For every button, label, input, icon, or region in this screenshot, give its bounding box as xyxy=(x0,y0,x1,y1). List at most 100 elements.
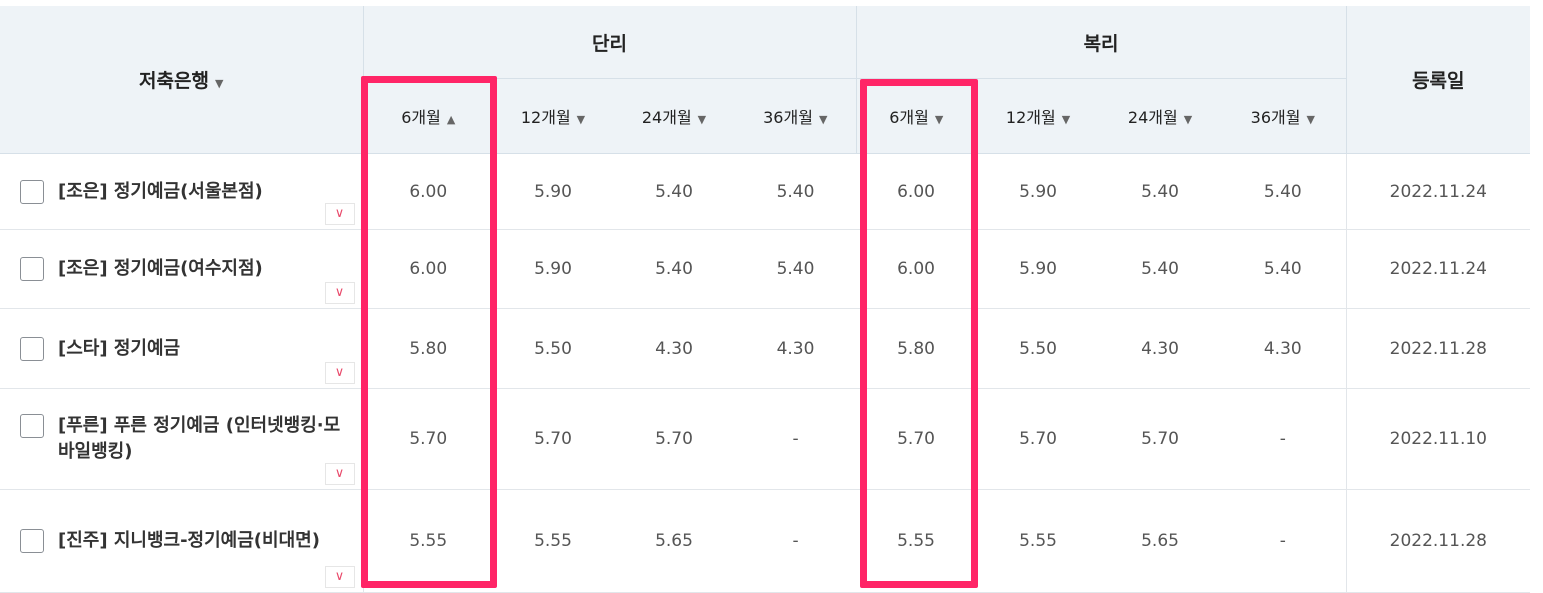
bank-cell: [진주] 지니뱅크-정기예금(비대면) ∨ xyxy=(0,489,364,593)
compound-rate-cell: 5.55 xyxy=(976,489,1101,593)
compound-6m-sort-header[interactable]: 6개월 ▼ xyxy=(855,78,977,154)
registration-date-header: 등록일 xyxy=(1345,6,1531,154)
simple-rate-cell: - xyxy=(735,388,857,490)
bank-column-label: 저축은행 xyxy=(139,70,209,92)
sort-down-icon: ▼ xyxy=(576,113,586,126)
compound-rate-cell: 5.70 xyxy=(1100,388,1221,490)
expand-details-chevron-down-icon[interactable]: ∨ xyxy=(324,463,355,485)
table-row: [조은] 정기예금(서울본점) ∨ 6.00 5.90 5.40 5.40 6.00 5.90… xyxy=(0,153,1531,230)
table-row: [진주] 지니뱅크-정기예금(비대면) ∨ 5.55 5.55 5.65-5.55 5.5… xyxy=(0,489,1531,593)
period-label: 36개월 xyxy=(1250,108,1301,127)
bank-cell: [조은] 정기예금(여수지점) ∨ xyxy=(0,229,364,309)
simple-rate-cell: 5.90 xyxy=(493,229,613,309)
expand-details-chevron-down-icon[interactable]: ∨ xyxy=(324,282,355,304)
compound-rate-cell: 5.40 xyxy=(1100,229,1221,309)
bank-product-name[interactable]: [진주] 지니뱅크-정기예금(비대면) xyxy=(58,528,320,554)
registration-date-cell: 2022.11.28 xyxy=(1345,489,1531,593)
compound-rate-cell: 5.40 xyxy=(1220,153,1347,230)
bank-wrap: [진주] 지니뱅크-정기예금(비대면) xyxy=(20,528,343,554)
savings-rate-table-container: 저축은행 ▼ 단리 복리 등록일 6개월 ▲ 12개월 ▼ 24개월 ▼ 36개월 ▼ 6… xyxy=(0,0,1543,593)
expand-details-chevron-down-icon[interactable]: ∨ xyxy=(324,566,355,588)
row-checkbox[interactable] xyxy=(20,257,44,281)
simple-6m-sort-header[interactable]: 6개월 ▲ xyxy=(363,78,493,154)
table-row: [조은] 정기예금(여수지점) ∨ 6.00 5.90 5.40 5.40 6.00 5.90… xyxy=(0,229,1531,309)
compound-rate-cell: 4.30 xyxy=(1100,308,1221,389)
sort-down-icon: ▼ xyxy=(214,77,224,90)
compound-rate-cell: 5.55 xyxy=(856,489,977,593)
compound-rate-cell: 5.40 xyxy=(1220,229,1347,309)
row-checkbox[interactable] xyxy=(20,336,44,361)
sort-down-icon: ▼ xyxy=(697,113,707,126)
sort-down-icon: ▼ xyxy=(1183,113,1193,126)
row-checkbox[interactable] xyxy=(20,179,44,204)
sort-down-icon: ▼ xyxy=(1061,113,1071,126)
compound-rate-cell: 6.00 xyxy=(856,229,977,309)
simple-rate-cell: 5.40 xyxy=(613,229,735,309)
simple-rate-cell: 5.70 xyxy=(363,388,493,490)
registration-date-cell: 2022.11.24 xyxy=(1345,229,1531,309)
bank-wrap: [조은] 정기예금(서울본점) xyxy=(20,179,343,205)
bank-product-name[interactable]: [스타] 정기예금 xyxy=(58,336,180,362)
simple-rate-cell: 5.80 xyxy=(363,308,493,389)
compound-rate-cell: 5.40 xyxy=(1100,153,1221,230)
simple-rate-cell: 5.40 xyxy=(735,229,857,309)
simple-rate-cell: 5.50 xyxy=(493,308,613,389)
simple-rate-cell: 5.55 xyxy=(363,489,493,593)
compound-rate-cell: 5.70 xyxy=(856,388,977,490)
bank-product-name[interactable]: [조은] 정기예금(여수지점) xyxy=(58,256,263,282)
compound-rate-cell: 5.70 xyxy=(976,388,1101,490)
compound-36m-sort-header[interactable]: 36개월 ▼ xyxy=(1220,78,1347,154)
bank-cell: [스타] 정기예금 ∨ xyxy=(0,308,364,389)
sort-down-icon: ▼ xyxy=(1306,113,1315,126)
bank-column-header[interactable]: 저축은행 ▼ xyxy=(0,6,364,154)
expand-details-chevron-down-icon[interactable]: ∨ xyxy=(324,203,355,225)
table-row: [푸른] 푸른 정기예금 (인터넷뱅킹·모바일뱅킹) ∨ 5.70 5.70 5.70-… xyxy=(0,388,1531,490)
compound-rate-cell: - xyxy=(1220,489,1347,593)
simple-rate-cell: 5.65 xyxy=(613,489,735,593)
simple-rate-cell: 6.00 xyxy=(363,229,493,309)
period-label: 6개월 xyxy=(889,108,929,127)
simple-36m-sort-header[interactable]: 36개월 ▼ xyxy=(735,78,857,154)
table-row: [스타] 정기예금 ∨ 5.80 5.50 4.30 4.30 5.80 5.50 4.30 4.… xyxy=(0,308,1531,389)
simple-rate-cell: 5.40 xyxy=(613,153,735,230)
compound-rate-cell: 4.30 xyxy=(1220,308,1347,389)
sort-down-icon: ▼ xyxy=(934,113,944,126)
period-label: 12개월 xyxy=(1005,108,1056,127)
simple-interest-group-header: 단리 xyxy=(363,6,857,79)
compound-rate-cell: 5.90 xyxy=(976,229,1101,309)
bank-cell: [푸른] 푸른 정기예금 (인터넷뱅킹·모바일뱅킹) ∨ xyxy=(0,388,364,490)
compound-rate-cell: 6.00 xyxy=(856,153,977,230)
simple-rate-cell: 6.00 xyxy=(363,153,493,230)
compound-rate-cell: 5.65 xyxy=(1100,489,1221,593)
period-label: 6개월 xyxy=(401,108,441,127)
compound-rate-cell: - xyxy=(1220,388,1347,490)
simple-rate-cell: 5.55 xyxy=(493,489,613,593)
row-checkbox[interactable] xyxy=(20,529,44,553)
savings-rate-table: 저축은행 ▼ 단리 복리 등록일 6개월 ▲ 12개월 ▼ 24개월 ▼ 36개월 ▼ 6… xyxy=(0,6,1531,593)
simple-rate-cell: 5.70 xyxy=(613,388,735,490)
compound-24m-sort-header[interactable]: 24개월 ▼ xyxy=(1100,78,1221,154)
compound-interest-group-header: 복리 xyxy=(855,6,1347,79)
registration-date-cell: 2022.11.28 xyxy=(1345,308,1531,389)
compound-12m-sort-header[interactable]: 12개월 ▼ xyxy=(976,78,1101,154)
simple-24m-sort-header[interactable]: 24개월 ▼ xyxy=(613,78,735,154)
table-body: [조은] 정기예금(서울본점) ∨ 6.00 5.90 5.40 5.40 6.00 5.90… xyxy=(0,153,1531,593)
simple-rate-cell: - xyxy=(735,489,857,593)
simple-rate-cell: 4.30 xyxy=(613,308,735,389)
bank-product-name[interactable]: [푸른] 푸른 정기예금 (인터넷뱅킹·모바일뱅킹) xyxy=(58,413,343,465)
compound-rate-cell: 5.50 xyxy=(976,308,1101,389)
simple-rate-cell: 5.90 xyxy=(493,153,613,230)
bank-cell: [조은] 정기예금(서울본점) ∨ xyxy=(0,153,364,230)
registration-date-cell: 2022.11.24 xyxy=(1345,153,1531,230)
simple-rate-cell: 4.30 xyxy=(735,308,857,389)
compound-rate-cell: 5.90 xyxy=(976,153,1101,230)
period-label: 24개월 xyxy=(641,108,692,127)
sort-down-icon: ▼ xyxy=(818,113,828,126)
period-label: 12개월 xyxy=(520,108,571,127)
simple-rate-cell: 5.40 xyxy=(735,153,857,230)
row-checkbox[interactable] xyxy=(20,414,44,438)
simple-12m-sort-header[interactable]: 12개월 ▼ xyxy=(493,78,613,154)
expand-details-chevron-down-icon[interactable]: ∨ xyxy=(324,362,355,384)
bank-product-name[interactable]: [조은] 정기예금(서울본점) xyxy=(58,179,263,205)
simple-rate-cell: 5.70 xyxy=(493,388,613,490)
